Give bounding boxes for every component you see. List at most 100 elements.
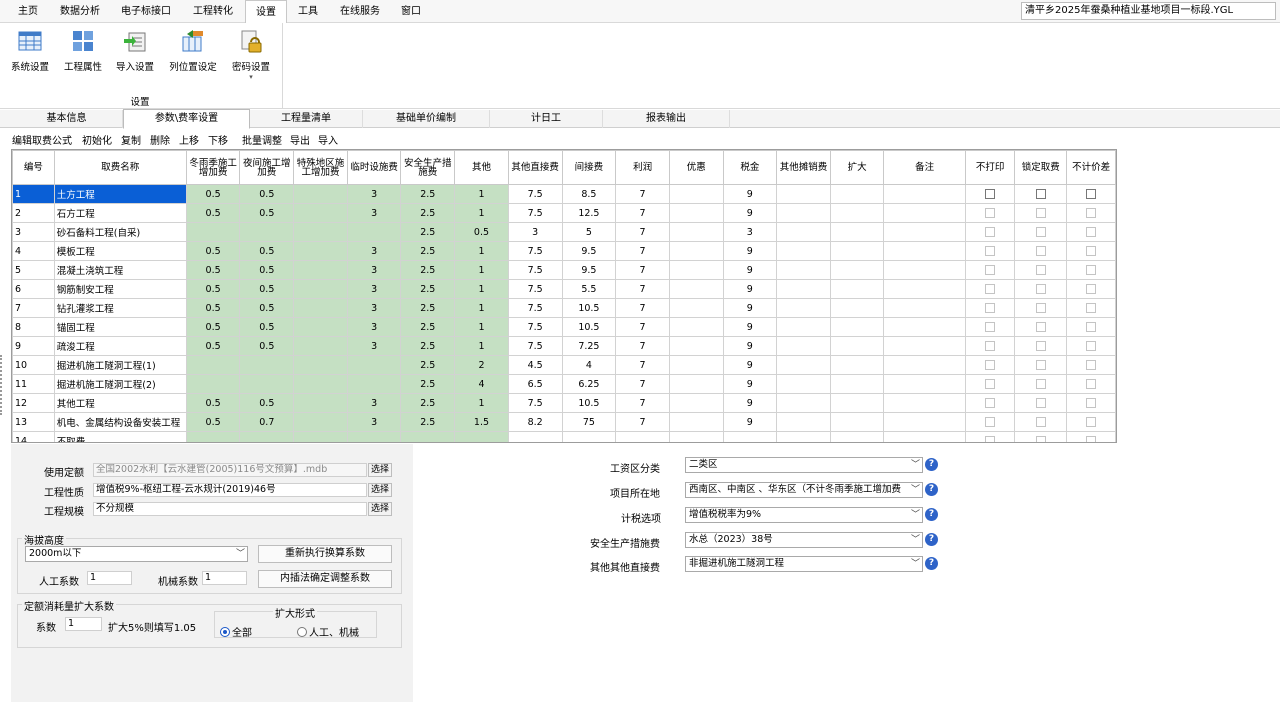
fee-value-cell[interactable]: 2.5 xyxy=(400,412,456,432)
fee-value-cell[interactable] xyxy=(829,336,885,356)
help-icon[interactable]: ? xyxy=(925,483,938,496)
fee-value-cell[interactable] xyxy=(776,298,831,318)
fee-value-cell[interactable] xyxy=(561,431,617,442)
row-number-cell[interactable]: 1 xyxy=(12,184,55,204)
fee-value-cell[interactable]: 7.5 xyxy=(507,260,563,280)
fee-value-cell[interactable]: 2.5 xyxy=(400,317,456,337)
fee-value-cell[interactable] xyxy=(239,374,295,394)
fee-value-cell[interactable] xyxy=(883,298,966,318)
fee-value-cell[interactable] xyxy=(346,431,402,442)
fee-value-cell[interactable]: 3 xyxy=(507,222,563,242)
col-header[interactable]: 利润 xyxy=(615,150,670,185)
fee-value-cell[interactable]: 0.5 xyxy=(185,298,241,318)
scale-field[interactable]: 不分规模 xyxy=(93,502,367,516)
checkbox[interactable] xyxy=(1035,436,1046,442)
other-direct-fee-select[interactable]: 非掘进机施工隧洞工程 ﹀ xyxy=(685,556,923,572)
menu-online-service[interactable]: 在线服务 xyxy=(334,0,386,23)
fee-value-cell[interactable]: 7 xyxy=(615,279,670,299)
tab-base-price[interactable]: 基础单价编制 xyxy=(363,110,490,128)
fee-value-cell[interactable]: 2.5 xyxy=(400,374,456,394)
fee-value-cell[interactable]: 9 xyxy=(722,336,778,356)
col-header[interactable]: 安全生产措施费 xyxy=(400,150,456,185)
fee-value-cell[interactable] xyxy=(883,260,966,280)
checkbox[interactable] xyxy=(985,417,996,427)
edit-formula-button[interactable]: 编辑取费公式 xyxy=(12,132,72,147)
fee-value-cell[interactable] xyxy=(883,431,966,442)
fee-value-cell[interactable]: 0.7 xyxy=(239,412,295,432)
fee-value-cell[interactable]: 0.5 xyxy=(185,336,241,356)
fee-value-cell[interactable]: 7 xyxy=(615,412,670,432)
fee-value-cell[interactable]: 0.5 xyxy=(239,184,295,204)
help-icon[interactable]: ? xyxy=(925,508,938,521)
checkbox[interactable] xyxy=(1086,246,1097,256)
table-row[interactable]: 8 锚固工程 0.5 0.5 3 2.5 1 7.5 10.5 7 9 xyxy=(12,317,1116,337)
fee-name-cell[interactable]: 石方工程 xyxy=(53,203,187,223)
checkbox-cell[interactable] xyxy=(1014,431,1068,442)
fee-value-cell[interactable] xyxy=(776,336,831,356)
checkbox[interactable] xyxy=(1035,379,1046,389)
fee-name-cell[interactable]: 疏浚工程 xyxy=(53,336,187,356)
fee-value-cell[interactable] xyxy=(829,374,885,394)
fee-value-cell[interactable] xyxy=(507,431,563,442)
col-header[interactable]: 不打印 xyxy=(964,150,1016,185)
checkbox-cell[interactable] xyxy=(1066,393,1116,413)
fee-value-cell[interactable]: 2.5 xyxy=(400,203,456,223)
checkbox[interactable] xyxy=(985,246,996,256)
fee-value-cell[interactable]: 3 xyxy=(346,279,402,299)
checkbox[interactable] xyxy=(985,227,996,237)
chevron-down-icon[interactable]: ▾ xyxy=(228,73,274,81)
fee-value-cell[interactable]: 9 xyxy=(722,260,778,280)
fee-value-cell[interactable] xyxy=(829,412,885,432)
fee-value-cell[interactable]: 2.5 xyxy=(400,393,456,413)
checkbox[interactable] xyxy=(1086,189,1097,199)
fee-value-cell[interactable] xyxy=(239,431,295,442)
batch-adjust-button[interactable]: 批量调整 xyxy=(242,132,282,147)
fee-value-cell[interactable] xyxy=(454,431,509,442)
menu-project-convert[interactable]: 工程转化 xyxy=(187,0,239,23)
checkbox-cell[interactable] xyxy=(1066,336,1116,356)
col-header[interactable]: 冬雨季施工增加费 xyxy=(185,150,241,185)
fee-value-cell[interactable]: 0.5 xyxy=(185,317,241,337)
row-number-cell[interactable]: 12 xyxy=(12,393,55,413)
fee-value-cell[interactable] xyxy=(293,260,348,280)
fee-value-cell[interactable]: 7 xyxy=(615,260,670,280)
fee-value-cell[interactable]: 2.5 xyxy=(400,241,456,261)
row-number-cell[interactable]: 2 xyxy=(12,203,55,223)
table-row[interactable]: 1 土方工程 0.5 0.5 3 2.5 1 7.5 8.5 7 9 xyxy=(12,184,1116,204)
fee-value-cell[interactable] xyxy=(293,298,348,318)
tab-daywork[interactable]: 计日工 xyxy=(490,110,603,128)
fee-value-cell[interactable]: 7.5 xyxy=(507,298,563,318)
fee-value-cell[interactable] xyxy=(185,374,241,394)
fee-value-cell[interactable]: 10.5 xyxy=(561,298,617,318)
fee-value-cell[interactable]: 2.5 xyxy=(400,336,456,356)
fee-value-cell[interactable]: 2.5 xyxy=(400,222,456,242)
row-number-cell[interactable]: 13 xyxy=(12,412,55,432)
checkbox[interactable] xyxy=(1035,417,1046,427)
fee-value-cell[interactable] xyxy=(776,203,831,223)
menu-settings[interactable]: 设置 xyxy=(245,0,287,24)
fee-value-cell[interactable]: 7.5 xyxy=(507,279,563,299)
fee-value-cell[interactable]: 0.5 xyxy=(239,279,295,299)
fee-value-cell[interactable]: 3 xyxy=(346,260,402,280)
altitude-select[interactable]: 2000m以下 ﹀ xyxy=(25,546,248,562)
tab-quantity-list[interactable]: 工程量清单 xyxy=(250,110,363,128)
fee-value-cell[interactable]: 5.5 xyxy=(561,279,617,299)
checkbox-cell[interactable] xyxy=(1066,184,1116,204)
fee-value-cell[interactable]: 7.25 xyxy=(561,336,617,356)
table-row[interactable]: 13 机电、金属结构设备安装工程 0.5 0.7 3 2.5 1.5 8.2 75 7 9 xyxy=(12,412,1116,432)
checkbox-cell[interactable] xyxy=(1066,298,1116,318)
fee-value-cell[interactable]: 10.5 xyxy=(561,317,617,337)
radio-labor-machine[interactable]: 人工、机械 xyxy=(297,624,359,639)
menu-e-bid[interactable]: 电子标接口 xyxy=(116,0,176,23)
fee-value-cell[interactable]: 3 xyxy=(346,336,402,356)
fee-value-cell[interactable]: 9.5 xyxy=(561,260,617,280)
fee-name-cell[interactable]: 其他工程 xyxy=(53,393,187,413)
fee-name-cell[interactable]: 掘进机施工隧洞工程(1) xyxy=(53,355,187,375)
fee-value-cell[interactable]: 0.5 xyxy=(185,279,241,299)
table-row[interactable]: 11 掘进机施工隧洞工程(2) 2.5 4 6.5 6.25 7 9 xyxy=(12,374,1116,394)
fee-value-cell[interactable] xyxy=(668,260,724,280)
fee-value-cell[interactable] xyxy=(668,374,724,394)
fee-value-cell[interactable]: 0.5 xyxy=(185,241,241,261)
fee-value-cell[interactable]: 1 xyxy=(454,336,509,356)
fee-value-cell[interactable]: 7 xyxy=(615,317,670,337)
